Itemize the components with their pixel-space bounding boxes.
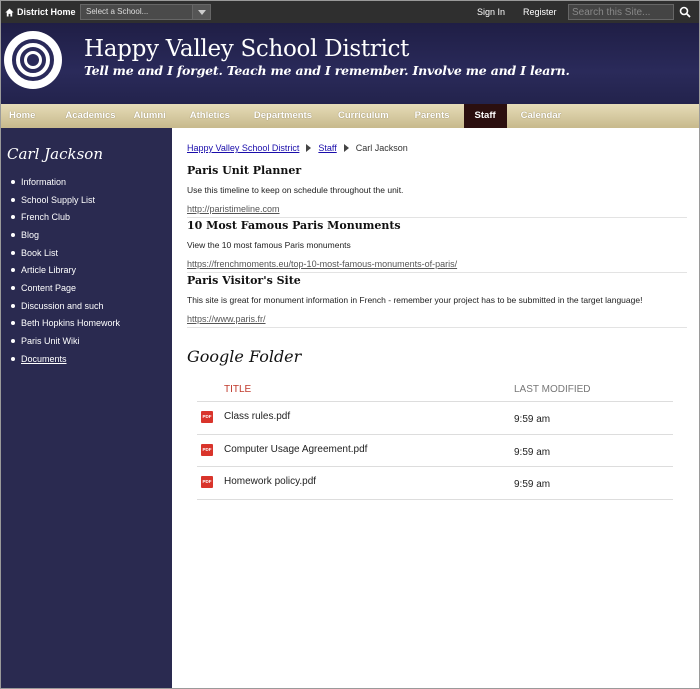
- sidebar-item-label: School Supply List: [21, 194, 96, 205]
- link-title[interactable]: Paris Unit Planner: [187, 164, 687, 177]
- nav-calendar[interactable]: Calendar: [507, 104, 574, 128]
- link-title[interactable]: Paris Visitor's Site: [187, 274, 687, 287]
- pdf-icon: PDF: [201, 476, 213, 488]
- sign-in-link[interactable]: Sign In: [477, 7, 505, 17]
- breadcrumb-current: Carl Jackson: [355, 143, 408, 153]
- file-modified: 9:59 am: [514, 446, 551, 458]
- sidebar-menu: Information School Supply List French Cl…: [11, 173, 120, 368]
- link-url[interactable]: https://frenchmoments.eu/top-10-most-fam…: [187, 259, 687, 272]
- school-select-dropdown-button[interactable]: [192, 5, 210, 19]
- search-icon[interactable]: [679, 6, 691, 18]
- sidebar-item-french-club[interactable]: French Club: [11, 208, 120, 226]
- link-description: View the 10 most famous Paris monuments: [187, 240, 351, 250]
- file-modified: 9:59 am: [514, 479, 551, 490]
- sidebar-item-book-list[interactable]: Book List: [11, 244, 120, 262]
- site-title: Happy Valley School District: [84, 36, 410, 62]
- link-item: 10 Most Famous Paris Monuments View the …: [187, 219, 687, 273]
- nav-parents[interactable]: Parents: [401, 104, 464, 128]
- sidebar-item-article-library[interactable]: Article Library: [11, 261, 120, 279]
- nav-staff[interactable]: Staff: [463, 104, 507, 128]
- file-table-header: TITLE LAST MODIFIED: [197, 380, 673, 402]
- sidebar-item-label: Content Page: [21, 282, 77, 293]
- sidebar-item-label: Discussion and such: [21, 300, 104, 311]
- file-name[interactable]: Class rules.pdf: [224, 411, 290, 422]
- sidebar-item-label: Paris Unit Wiki: [21, 336, 80, 347]
- sidebar-item-label: Book List: [21, 247, 59, 258]
- site-tagline: Tell me and I forget. Teach me and I rem…: [84, 63, 570, 78]
- nav-alumni[interactable]: Alumni: [126, 104, 178, 128]
- sidebar-item-discussion[interactable]: Discussion and such: [11, 297, 120, 315]
- sidebar-item-information[interactable]: Information: [11, 173, 120, 191]
- breadcrumb: Happy Valley School District Staff Carl …: [187, 143, 408, 153]
- breadcrumb-link-staff[interactable]: Staff: [318, 143, 336, 153]
- nav-departments[interactable]: Departments: [242, 104, 324, 128]
- search-input[interactable]: [568, 4, 674, 20]
- sidebar-title: Carl Jackson: [7, 145, 103, 163]
- link-item: Paris Unit Planner Use this timeline to …: [187, 164, 687, 218]
- sidebar-item-beth-hopkins-homework[interactable]: Beth Hopkins Homework: [11, 315, 120, 333]
- sidebar-item-documents[interactable]: Documents: [11, 350, 120, 368]
- top-utility-bar: District Home Select a School... Sign In…: [1, 1, 699, 23]
- file-name[interactable]: Homework policy.pdf: [224, 476, 316, 487]
- file-name[interactable]: Computer Usage Agreement.pdf: [224, 444, 367, 455]
- pdf-icon: PDF: [201, 411, 213, 423]
- sidebar-item-label: Article Library: [21, 265, 77, 276]
- chevron-down-icon: [198, 10, 206, 15]
- page-frame: District Home Select a School... Sign In…: [0, 0, 700, 689]
- sidebar-item-paris-unit-wiki[interactable]: Paris Unit Wiki: [11, 332, 120, 350]
- pdf-icon: PDF: [201, 443, 213, 456]
- register-link[interactable]: Register: [523, 7, 557, 17]
- table-row[interactable]: PDF Class rules.pdf 9:59 am: [197, 402, 673, 435]
- table-row[interactable]: PDF Computer Usage Agreement.pdf 9:59 am: [197, 435, 673, 467]
- column-header-last-modified[interactable]: LAST MODIFIED: [514, 384, 591, 395]
- sidebar: Carl Jackson Information School Supply L…: [1, 128, 172, 688]
- column-header-title[interactable]: TITLE: [224, 384, 251, 395]
- link-url[interactable]: http://paristimeline.com: [187, 204, 687, 217]
- district-home-link[interactable]: District Home: [5, 5, 76, 19]
- link-url[interactable]: https://www.paris.fr/: [187, 314, 687, 327]
- sidebar-item-label: Beth Hopkins Homework: [21, 318, 121, 329]
- sidebar-item-label: Information: [21, 176, 67, 187]
- sidebar-item-label: Blog: [21, 229, 40, 240]
- google-folder-title: Google Folder: [187, 347, 302, 366]
- nav-academics[interactable]: Academics: [43, 104, 125, 128]
- sidebar-item-blog[interactable]: Blog: [11, 226, 120, 244]
- district-logo[interactable]: [4, 31, 62, 89]
- school-select[interactable]: Select a School...: [80, 4, 211, 20]
- nav-home[interactable]: Home: [1, 104, 43, 128]
- main-nav: Home Academics Alumni Athletics Departme…: [1, 104, 699, 128]
- nav-curriculum[interactable]: Curriculum: [324, 104, 401, 128]
- home-icon: [5, 7, 14, 17]
- link-title[interactable]: 10 Most Famous Paris Monuments: [187, 219, 687, 232]
- link-description: This site is great for monument informat…: [187, 295, 643, 305]
- file-modified: 9:59 am: [514, 414, 551, 425]
- nav-athletics[interactable]: Athletics: [178, 104, 242, 128]
- sidebar-item-school-supply-list[interactable]: School Supply List: [11, 191, 120, 209]
- school-select-value: Select a School...: [86, 7, 149, 16]
- site-banner: Happy Valley School District Tell me and…: [1, 23, 699, 104]
- link-description: Use this timeline to keep on schedule th…: [187, 185, 404, 195]
- breadcrumb-separator-icon: [343, 144, 349, 152]
- breadcrumb-link-district[interactable]: Happy Valley School District: [187, 143, 299, 153]
- sidebar-item-content-page[interactable]: Content Page: [11, 279, 120, 297]
- link-item: Paris Visitor's Site This site is great …: [187, 274, 687, 328]
- breadcrumb-separator-icon: [306, 144, 312, 152]
- file-table: TITLE LAST MODIFIED PDF Class rules.pdf …: [197, 380, 673, 500]
- sidebar-item-label: French Club: [21, 212, 71, 223]
- table-row[interactable]: PDF Homework policy.pdf 9:59 am: [197, 467, 673, 500]
- sidebar-item-label: Documents: [21, 353, 67, 364]
- district-home-label: District Home: [17, 7, 76, 17]
